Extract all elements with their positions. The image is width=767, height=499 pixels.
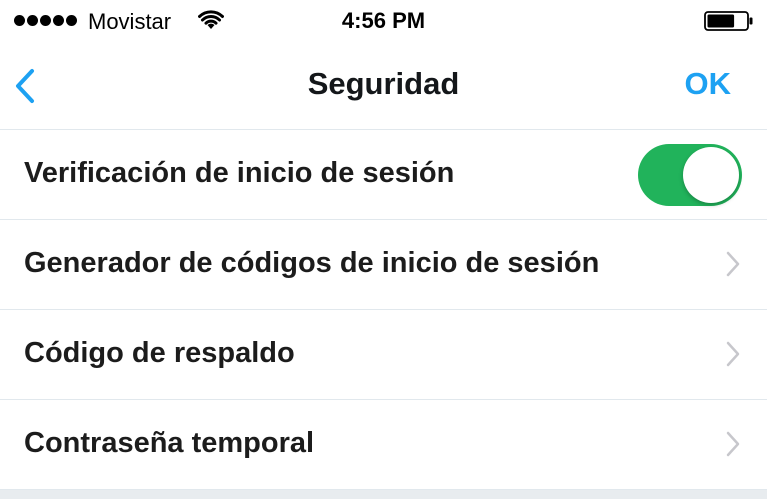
ok-button[interactable]: OK bbox=[685, 66, 732, 102]
row-label: Generador de códigos de inicio de sesión bbox=[24, 247, 600, 279]
row-backup-code[interactable]: Código de respaldo bbox=[0, 310, 767, 400]
battery-icon bbox=[704, 11, 753, 31]
list-footer-background bbox=[0, 490, 767, 499]
row-label: Verificación de inicio de sesión bbox=[24, 157, 455, 189]
chevron-left-icon bbox=[16, 69, 34, 103]
login-verification-toggle[interactable] bbox=[638, 144, 742, 206]
navigation-bar: Seguridad OK bbox=[0, 42, 767, 130]
status-bar: Movistar 4:56 PM bbox=[0, 0, 767, 42]
row-temporary-password[interactable]: Contraseña temporal bbox=[0, 400, 767, 490]
chevron-right-icon bbox=[726, 341, 740, 367]
row-login-code-generator[interactable]: Generador de códigos de inicio de sesión bbox=[0, 220, 767, 310]
status-time: 4:56 PM bbox=[341, 8, 426, 33]
toggle-knob bbox=[683, 147, 739, 203]
row-label: Contraseña temporal bbox=[24, 427, 315, 459]
chevron-right-icon bbox=[726, 251, 740, 277]
chevron-right-icon bbox=[726, 431, 740, 457]
row-label: Código de respaldo bbox=[24, 337, 295, 369]
page-title: Seguridad bbox=[307, 66, 460, 101]
back-button[interactable] bbox=[10, 64, 46, 108]
row-login-verification: Verificación de inicio de sesión bbox=[0, 130, 767, 220]
settings-list: Verificación de inicio de sesión Generad… bbox=[0, 130, 767, 490]
